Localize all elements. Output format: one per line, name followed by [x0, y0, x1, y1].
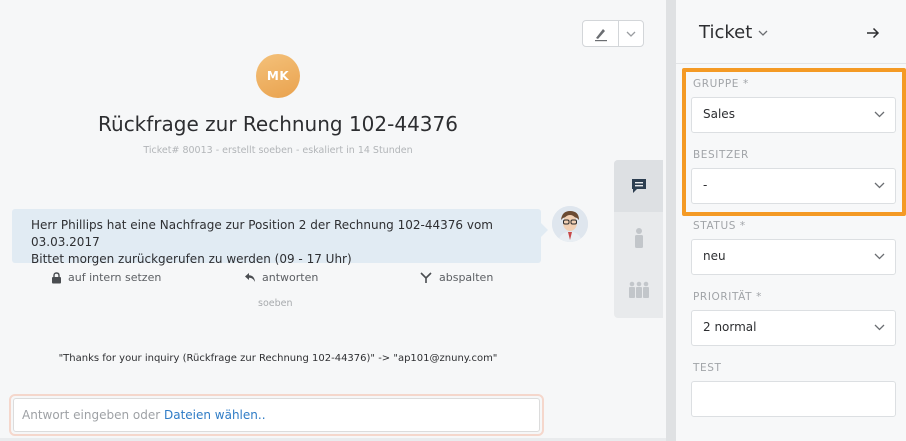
collapse-sidebar-button[interactable] [866, 24, 880, 43]
edit-menu-toggle[interactable] [619, 21, 643, 46]
chevron-down-icon [874, 111, 885, 118]
group-value: Sales [703, 107, 735, 121]
edit-toolbar [582, 20, 644, 47]
reply-placeholder: Antwort eingeben oder [22, 408, 164, 422]
person-photo-icon [552, 206, 588, 242]
split-icon [420, 271, 432, 283]
chevron-down-icon [626, 31, 636, 37]
owner-value: - [703, 178, 708, 192]
group-select[interactable]: Sales [691, 97, 896, 133]
group-label: GRUPPE * [693, 78, 749, 90]
reply-arrow-icon [245, 273, 255, 282]
lock-icon [52, 271, 61, 283]
edit-button[interactable] [583, 21, 619, 46]
chevron-down-icon [874, 324, 885, 331]
reply-box-frame: Antwort eingeben oder Dateien wählen.. [9, 394, 544, 436]
set-internal-label: auf intern setzen [68, 271, 162, 284]
priority-select[interactable]: 2 normal [691, 310, 896, 346]
group-icon [628, 281, 649, 298]
reply-action[interactable]: antworten [244, 271, 318, 284]
article-bubble[interactable]: Herr Phillips hat eine Nachfrage zur Pos… [12, 209, 548, 266]
split-action[interactable]: abspalten [419, 271, 493, 284]
split-label: abspalten [439, 271, 494, 284]
pen-icon [594, 28, 607, 41]
ticket-sidebar: Ticket GRUPPE * Sales BESITZER - STATUS … [676, 0, 906, 441]
arrow-right-icon [867, 27, 880, 39]
chevron-down-icon [874, 182, 885, 189]
chevron-down-icon [758, 30, 768, 36]
priority-label: PRIORITÄT * [693, 291, 762, 303]
tab-organization[interactable] [614, 264, 663, 316]
article-timestamp: soeben [258, 298, 293, 309]
ticket-zoom-main: MK Rückfrage zur Rechnung 102-44376 Tick… [0, 0, 666, 441]
set-internal-action[interactable]: auf intern setzen [51, 271, 161, 284]
sidebar-title: Ticket [699, 22, 753, 43]
customer-avatar[interactable]: MK [256, 54, 300, 98]
ticket-meta: Ticket# 80013 - erstellt soeben - eskali… [143, 145, 413, 156]
owner-label: BESITZER [693, 149, 749, 161]
agent-avatar[interactable] [552, 206, 588, 242]
test-input[interactable] [691, 381, 896, 417]
tab-customer[interactable] [614, 212, 663, 264]
tab-ticket[interactable] [614, 160, 663, 212]
ticket-title[interactable]: Rückfrage zur Rechnung 102-44376 [0, 112, 556, 136]
chat-bubble-icon [631, 179, 646, 193]
priority-value: 2 normal [703, 320, 757, 334]
state-select[interactable]: neu [691, 239, 896, 275]
sidebar-header: Ticket [676, 0, 906, 64]
panel-divider[interactable] [666, 0, 676, 441]
article-text-line-2: Bittet morgen zurückgerufen zu werden (0… [31, 252, 352, 266]
owner-select[interactable]: - [691, 168, 896, 204]
sidebar-tabs [614, 160, 663, 318]
article-text-line-1: Herr Phillips hat eine Nachfrage zur Pos… [31, 218, 493, 249]
state-value: neu [703, 249, 726, 263]
chevron-down-icon [874, 253, 885, 260]
test-label: TEST [693, 362, 722, 374]
email-event-line: "Thanks for your inquiry (Rückfrage zur … [58, 353, 498, 364]
sidebar-title-dropdown[interactable]: Ticket [699, 22, 768, 43]
state-label: STATUS * [693, 220, 746, 232]
reply-input[interactable]: Antwort eingeben oder Dateien wählen.. [13, 398, 540, 432]
person-icon [634, 228, 643, 248]
choose-files-link[interactable]: Dateien wählen.. [164, 408, 266, 422]
reply-label: antworten [262, 271, 319, 284]
